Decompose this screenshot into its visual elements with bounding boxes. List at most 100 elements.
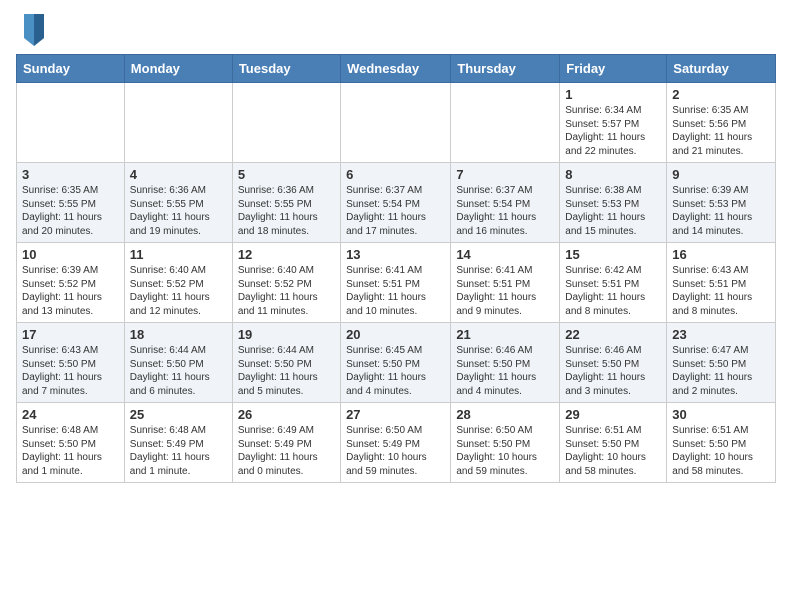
calendar-cell: 11 Sunrise: 6:40 AM Sunset: 5:52 PM Dayli…	[124, 243, 232, 323]
calendar-cell: 26 Sunrise: 6:49 AM Sunset: 5:49 PM Dayli…	[232, 403, 340, 483]
logo	[16, 10, 50, 46]
calendar-cell	[341, 83, 451, 163]
day-number: 16	[672, 247, 770, 262]
day-detail: Sunrise: 6:44 AM Sunset: 5:50 PM Dayligh…	[238, 345, 318, 397]
calendar-table: SundayMondayTuesdayWednesdayThursdayFrid…	[16, 54, 776, 483]
day-number: 21	[456, 327, 554, 342]
day-number: 17	[22, 327, 119, 342]
calendar-day-header: Wednesday	[341, 55, 451, 83]
calendar-cell	[451, 83, 560, 163]
day-number: 1	[565, 87, 661, 102]
calendar-cell	[17, 83, 125, 163]
day-detail: Sunrise: 6:37 AM Sunset: 5:54 PM Dayligh…	[346, 185, 426, 237]
calendar-cell: 29 Sunrise: 6:51 AM Sunset: 5:50 PM Dayli…	[560, 403, 667, 483]
calendar-cell: 21 Sunrise: 6:46 AM Sunset: 5:50 PM Dayli…	[451, 323, 560, 403]
day-number: 24	[22, 407, 119, 422]
day-number: 28	[456, 407, 554, 422]
day-number: 27	[346, 407, 445, 422]
calendar-cell: 15 Sunrise: 6:42 AM Sunset: 5:51 PM Dayli…	[560, 243, 667, 323]
calendar-week-row: 17Sunrise: 6:43 AM Sunset: 5:50 PM Dayli…	[17, 323, 776, 403]
day-detail: Sunrise: 6:48 AM Sunset: 5:49 PM Dayligh…	[130, 425, 210, 477]
calendar-cell: 14Sunrise: 6:41 AM Sunset: 5:51 PM Dayli…	[451, 243, 560, 323]
day-number: 8	[565, 167, 661, 182]
calendar-day-header: Monday	[124, 55, 232, 83]
day-detail: Sunrise: 6:50 AM Sunset: 5:49 PM Dayligh…	[346, 425, 427, 477]
day-detail: Sunrise: 6:45 AM Sunset: 5:50 PM Dayligh…	[346, 345, 426, 397]
calendar-cell: 8 Sunrise: 6:38 AM Sunset: 5:53 PM Daylig…	[560, 163, 667, 243]
day-detail: Sunrise: 6:38 AM Sunset: 5:53 PM Dayligh…	[565, 185, 645, 237]
calendar-cell: 13 Sunrise: 6:41 AM Sunset: 5:51 PM Dayli…	[341, 243, 451, 323]
page: SundayMondayTuesdayWednesdayThursdayFrid…	[0, 0, 792, 499]
calendar-cell: 17Sunrise: 6:43 AM Sunset: 5:50 PM Dayli…	[17, 323, 125, 403]
calendar-cell: 12 Sunrise: 6:40 AM Sunset: 5:52 PM Dayli…	[232, 243, 340, 323]
calendar-cell: 6 Sunrise: 6:37 AM Sunset: 5:54 PM Daylig…	[341, 163, 451, 243]
day-detail: Sunrise: 6:47 AM Sunset: 5:50 PM Dayligh…	[672, 345, 752, 397]
day-number: 13	[346, 247, 445, 262]
day-number: 29	[565, 407, 661, 422]
day-number: 18	[130, 327, 227, 342]
day-number: 5	[238, 167, 335, 182]
day-number: 6	[346, 167, 445, 182]
day-detail: Sunrise: 6:42 AM Sunset: 5:51 PM Dayligh…	[565, 265, 645, 317]
day-detail: Sunrise: 6:51 AM Sunset: 5:50 PM Dayligh…	[565, 425, 646, 477]
day-detail: Sunrise: 6:49 AM Sunset: 5:49 PM Dayligh…	[238, 425, 318, 477]
calendar-cell: 7Sunrise: 6:37 AM Sunset: 5:54 PM Daylig…	[451, 163, 560, 243]
day-number: 26	[238, 407, 335, 422]
day-detail: Sunrise: 6:36 AM Sunset: 5:55 PM Dayligh…	[238, 185, 318, 237]
day-number: 22	[565, 327, 661, 342]
day-number: 11	[130, 247, 227, 262]
calendar-week-row: 24 Sunrise: 6:48 AM Sunset: 5:50 PM Dayli…	[17, 403, 776, 483]
day-detail: Sunrise: 6:35 AM Sunset: 5:55 PM Dayligh…	[22, 185, 102, 237]
calendar-day-header: Friday	[560, 55, 667, 83]
calendar-cell: 27 Sunrise: 6:50 AM Sunset: 5:49 PM Dayli…	[341, 403, 451, 483]
day-detail: Sunrise: 6:46 AM Sunset: 5:50 PM Dayligh…	[565, 345, 645, 397]
day-detail: Sunrise: 6:39 AM Sunset: 5:53 PM Dayligh…	[672, 185, 752, 237]
header	[16, 10, 776, 46]
calendar-day-header: Thursday	[451, 55, 560, 83]
day-number: 4	[130, 167, 227, 182]
calendar-cell: 22 Sunrise: 6:46 AM Sunset: 5:50 PM Dayli…	[560, 323, 667, 403]
day-detail: Sunrise: 6:46 AM Sunset: 5:50 PM Dayligh…	[456, 345, 536, 397]
calendar-week-row: 3Sunrise: 6:35 AM Sunset: 5:55 PM Daylig…	[17, 163, 776, 243]
calendar-header-row: SundayMondayTuesdayWednesdayThursdayFrid…	[17, 55, 776, 83]
day-detail: Sunrise: 6:34 AM Sunset: 5:57 PM Dayligh…	[565, 105, 645, 157]
calendar-day-header: Tuesday	[232, 55, 340, 83]
calendar-cell: 2Sunrise: 6:35 AM Sunset: 5:56 PM Daylig…	[667, 83, 776, 163]
calendar-cell: 16 Sunrise: 6:43 AM Sunset: 5:51 PM Dayli…	[667, 243, 776, 323]
day-detail: Sunrise: 6:41 AM Sunset: 5:51 PM Dayligh…	[346, 265, 426, 317]
calendar-day-header: Sunday	[17, 55, 125, 83]
day-detail: Sunrise: 6:43 AM Sunset: 5:51 PM Dayligh…	[672, 265, 752, 317]
day-number: 12	[238, 247, 335, 262]
day-detail: Sunrise: 6:41 AM Sunset: 5:51 PM Dayligh…	[456, 265, 536, 317]
calendar-week-row: 1 Sunrise: 6:34 AM Sunset: 5:57 PM Daylig…	[17, 83, 776, 163]
calendar-cell: 9 Sunrise: 6:39 AM Sunset: 5:53 PM Daylig…	[667, 163, 776, 243]
day-detail: Sunrise: 6:40 AM Sunset: 5:52 PM Dayligh…	[130, 265, 210, 317]
day-number: 2	[672, 87, 770, 102]
calendar-cell: 23 Sunrise: 6:47 AM Sunset: 5:50 PM Dayli…	[667, 323, 776, 403]
day-detail: Sunrise: 6:37 AM Sunset: 5:54 PM Dayligh…	[456, 185, 536, 237]
calendar-cell: 19 Sunrise: 6:44 AM Sunset: 5:50 PM Dayli…	[232, 323, 340, 403]
calendar-cell	[232, 83, 340, 163]
day-number: 25	[130, 407, 227, 422]
day-detail: Sunrise: 6:39 AM Sunset: 5:52 PM Dayligh…	[22, 265, 102, 317]
day-number: 19	[238, 327, 335, 342]
calendar-cell: 28 Sunrise: 6:50 AM Sunset: 5:50 PM Dayli…	[451, 403, 560, 483]
day-number: 23	[672, 327, 770, 342]
calendar-cell: 5 Sunrise: 6:36 AM Sunset: 5:55 PM Daylig…	[232, 163, 340, 243]
day-number: 10	[22, 247, 119, 262]
logo-icon	[18, 10, 50, 46]
calendar-week-row: 10 Sunrise: 6:39 AM Sunset: 5:52 PM Dayli…	[17, 243, 776, 323]
calendar-day-header: Saturday	[667, 55, 776, 83]
calendar-cell: 24 Sunrise: 6:48 AM Sunset: 5:50 PM Dayli…	[17, 403, 125, 483]
day-number: 9	[672, 167, 770, 182]
calendar-cell: 18Sunrise: 6:44 AM Sunset: 5:50 PM Dayli…	[124, 323, 232, 403]
day-detail: Sunrise: 6:51 AM Sunset: 5:50 PM Dayligh…	[672, 425, 753, 477]
calendar-cell: 1 Sunrise: 6:34 AM Sunset: 5:57 PM Daylig…	[560, 83, 667, 163]
day-detail: Sunrise: 6:48 AM Sunset: 5:50 PM Dayligh…	[22, 425, 102, 477]
day-detail: Sunrise: 6:40 AM Sunset: 5:52 PM Dayligh…	[238, 265, 318, 317]
day-number: 15	[565, 247, 661, 262]
calendar-cell: 4Sunrise: 6:36 AM Sunset: 5:55 PM Daylig…	[124, 163, 232, 243]
day-detail: Sunrise: 6:50 AM Sunset: 5:50 PM Dayligh…	[456, 425, 537, 477]
calendar-cell: 20Sunrise: 6:45 AM Sunset: 5:50 PM Dayli…	[341, 323, 451, 403]
day-number: 30	[672, 407, 770, 422]
